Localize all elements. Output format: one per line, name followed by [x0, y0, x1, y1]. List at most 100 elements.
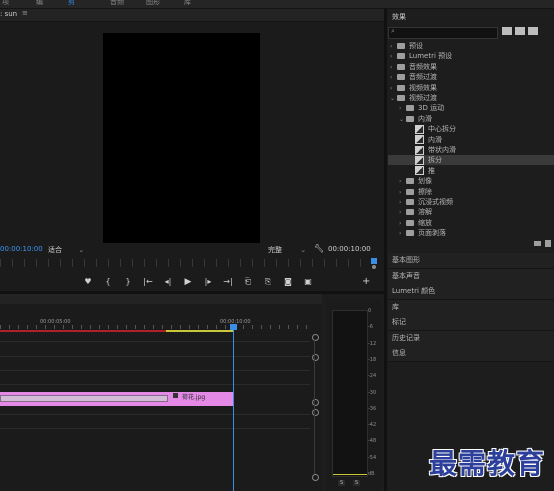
- effects-tree-label: Lumetri 预设: [409, 52, 453, 61]
- effects-tree-item[interactable]: › Lumetri 预设: [388, 51, 554, 61]
- step-forward-icon[interactable]: |▸: [202, 277, 214, 287]
- add-button-icon[interactable]: +: [362, 276, 370, 287]
- folder-icon: [406, 188, 414, 195]
- zoom-value: 适合: [48, 246, 62, 254]
- effects-tree-item[interactable]: ⌄ 内滑: [388, 114, 554, 124]
- monitor-playhead[interactable]: [371, 258, 377, 264]
- meter-scale-label: -54: [368, 454, 377, 461]
- folder-icon: [406, 219, 414, 226]
- effects-tree-item[interactable]: › 音频过渡: [388, 72, 554, 82]
- effects-tree-item[interactable]: › 页面剥落: [388, 228, 554, 238]
- solo-left-button[interactable]: S: [338, 480, 346, 486]
- new-bin-icon[interactable]: [534, 241, 541, 246]
- marker-icon[interactable]: ♥: [82, 277, 94, 287]
- vertical-divider[interactable]: [384, 9, 387, 491]
- side-panel-tab[interactable]: 库: [388, 299, 554, 316]
- effects-tree-item[interactable]: › 预设: [388, 41, 554, 51]
- go-to-in-icon[interactable]: |←: [142, 277, 154, 287]
- zoom-handle[interactable]: [372, 265, 376, 269]
- sequence-name: : sun: [0, 10, 18, 18]
- step-back-icon[interactable]: ◂|: [162, 277, 174, 287]
- side-panel-tab[interactable]: 基本图形: [388, 253, 554, 269]
- side-panel-tab[interactable]: 信息: [388, 346, 554, 362]
- workspace-tab-1[interactable]: 项: [2, 0, 9, 7]
- work-area-yellow: [166, 330, 234, 332]
- effects-tree-item[interactable]: ⌄ 视频过渡: [388, 93, 554, 103]
- workspace-tab-3[interactable]: 剪: [68, 0, 75, 7]
- effects-tree-item[interactable]: 拆分: [388, 155, 554, 166]
- side-panel-tab[interactable]: 标记: [388, 315, 554, 331]
- folder-icon: [397, 84, 405, 91]
- chevron-right-icon[interactable]: ›: [399, 229, 406, 239]
- effects-tree-item[interactable]: › 沉浸式视频: [388, 197, 554, 207]
- work-area-red: [0, 330, 166, 332]
- insert-icon[interactable]: ⎗: [242, 277, 254, 287]
- transition-bar[interactable]: [0, 395, 168, 402]
- effects-tree-item[interactable]: › 音频效果: [388, 62, 554, 72]
- solo-right-button[interactable]: S: [353, 480, 361, 486]
- effects-tree: › 预设 › Lumetri 预设 › 音频效果 › 音频过渡 › 视频效果 ⌄ 视频过渡 › 3D 运动…: [388, 41, 554, 251]
- effects-tree-item[interactable]: 推: [388, 166, 554, 176]
- effects-tree-label: 内滑: [418, 114, 432, 123]
- panel-menu-icon[interactable]: ≡: [22, 9, 28, 17]
- effects-tree-item[interactable]: › 3D 运动: [388, 103, 554, 113]
- effects-tree-label: 预设: [409, 42, 423, 50]
- effects-tree-label: 拆分: [428, 156, 442, 165]
- effects-tree-label: 缩放: [418, 218, 432, 227]
- transition-icon: [415, 124, 424, 134]
- new-item-icon[interactable]: [545, 240, 551, 247]
- side-panel-tab[interactable]: Lumetri 颜色: [388, 284, 554, 300]
- overwrite-icon[interactable]: ⎘: [262, 277, 274, 287]
- effects-tree-label: 擦除: [418, 187, 432, 196]
- search-field[interactable]: ⌕: [388, 27, 498, 39]
- vertical-scrollbar[interactable]: [314, 340, 315, 474]
- playhead-timecode[interactable]: 00:00:10:00: [0, 245, 43, 253]
- compare-icon[interactable]: ▣: [302, 277, 314, 287]
- workspace-tab-6[interactable]: 库: [184, 0, 191, 7]
- meter-scale-label: -18: [368, 356, 377, 363]
- play-icon[interactable]: ▶: [182, 277, 194, 287]
- go-to-out-icon[interactable]: →|: [222, 277, 234, 287]
- scroll-handle-bottom[interactable]: [312, 474, 319, 481]
- folder-icon: [397, 63, 405, 70]
- effects-tree-item[interactable]: › 视频效果: [388, 83, 554, 93]
- effects-tree-item[interactable]: › 溶解: [388, 207, 554, 217]
- filter-buttons: [502, 27, 538, 35]
- folder-icon: [406, 199, 414, 205]
- timeline-playhead[interactable]: [233, 324, 234, 491]
- mark-out-icon[interactable]: }: [122, 277, 134, 287]
- effects-tree-item[interactable]: 中心拆分: [388, 124, 554, 134]
- program-monitor: : sun ≡ 00:00:10:00 适合 ⌄ 完整 ⌄ 🔧︎ 00:00:1…: [0, 9, 384, 291]
- accelerated-effects-icon[interactable]: [502, 27, 512, 35]
- zoom-select[interactable]: 适合 ⌄: [48, 245, 84, 255]
- workspace-tab-2[interactable]: 编: [36, 0, 43, 7]
- quality-select[interactable]: 完整 ⌄: [268, 245, 306, 255]
- mark-in-icon[interactable]: {: [102, 277, 114, 287]
- effects-tree-item[interactable]: 带状内滑: [388, 145, 554, 155]
- effects-tree-item[interactable]: › 缩放: [388, 218, 554, 228]
- folder-icon: [406, 178, 414, 185]
- effects-tree-item[interactable]: 内滑: [388, 135, 554, 145]
- workspace-tab-4[interactable]: 音频: [110, 0, 124, 7]
- monitor-time-ruler[interactable]: [0, 259, 372, 267]
- track-divider: [0, 414, 310, 415]
- track-divider: [0, 384, 310, 385]
- playhead-handle[interactable]: [230, 324, 237, 330]
- settings-wrench-icon[interactable]: 🔧︎: [314, 244, 324, 253]
- effects-tree-item[interactable]: › 划像: [388, 176, 554, 186]
- side-panel-tab[interactable]: 历史记录: [388, 330, 554, 347]
- 32bit-effects-icon[interactable]: [515, 27, 525, 35]
- meter-scale-label: -24: [368, 373, 377, 380]
- yuv-effects-icon[interactable]: [528, 27, 538, 35]
- export-frame-icon[interactable]: ◙: [282, 277, 294, 287]
- track-divider: [0, 356, 310, 357]
- timeline-ruler[interactable]: [0, 325, 310, 329]
- video-clip[interactable]: 荷花.jpg: [0, 392, 234, 406]
- side-panel-tab[interactable]: 基本声音: [388, 268, 554, 285]
- workspace-tab-5[interactable]: 图形: [146, 0, 160, 7]
- folder-icon: [397, 74, 405, 81]
- effects-tree-label: 内滑: [428, 135, 442, 144]
- effects-tree-label: 音频效果: [409, 62, 437, 71]
- meter-scale-label: -42: [368, 422, 377, 429]
- effects-tree-item[interactable]: › 擦除: [388, 187, 554, 197]
